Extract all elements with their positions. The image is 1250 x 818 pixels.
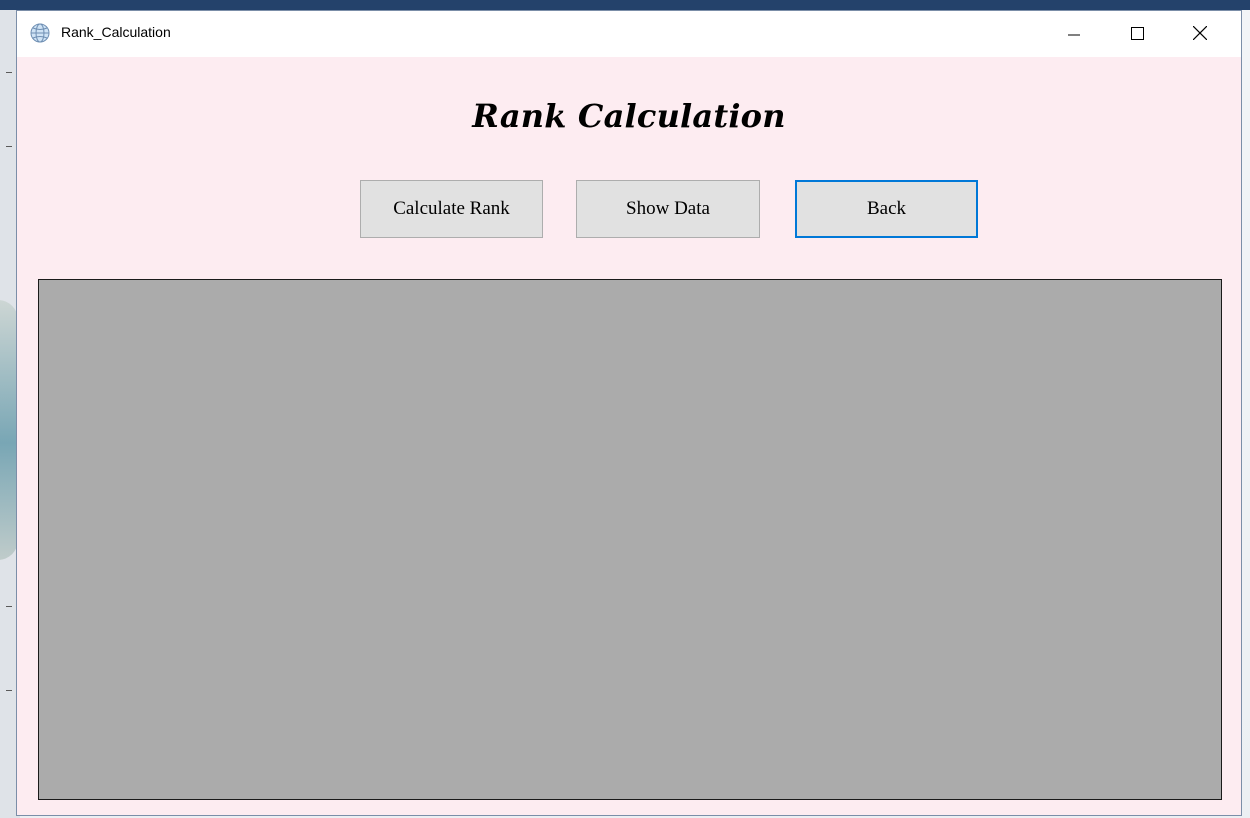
background-tick bbox=[6, 146, 12, 147]
show-data-button[interactable]: Show Data bbox=[576, 180, 760, 238]
window-title: Rank_Calculation bbox=[61, 24, 171, 40]
background-tick bbox=[6, 606, 12, 607]
maximize-icon bbox=[1130, 25, 1144, 44]
close-button[interactable] bbox=[1177, 11, 1223, 57]
calculate-rank-button[interactable]: Calculate Rank bbox=[360, 180, 543, 238]
maximize-button[interactable] bbox=[1114, 11, 1160, 57]
background-app-bar bbox=[0, 0, 1250, 10]
close-icon bbox=[1192, 25, 1208, 44]
page-title: Rank Calculation bbox=[472, 97, 786, 135]
rank-calculation-window: Rank_Calculation Rank Calculation Calcul… bbox=[16, 10, 1242, 816]
globe-icon bbox=[30, 23, 50, 43]
background-tick bbox=[6, 690, 12, 691]
data-grid-panel[interactable] bbox=[38, 279, 1222, 800]
minimize-button[interactable] bbox=[1051, 11, 1097, 57]
minimize-icon bbox=[1068, 25, 1080, 44]
background-tick bbox=[6, 72, 12, 73]
title-bar[interactable]: Rank_Calculation bbox=[17, 11, 1241, 57]
back-button[interactable]: Back bbox=[795, 180, 978, 238]
